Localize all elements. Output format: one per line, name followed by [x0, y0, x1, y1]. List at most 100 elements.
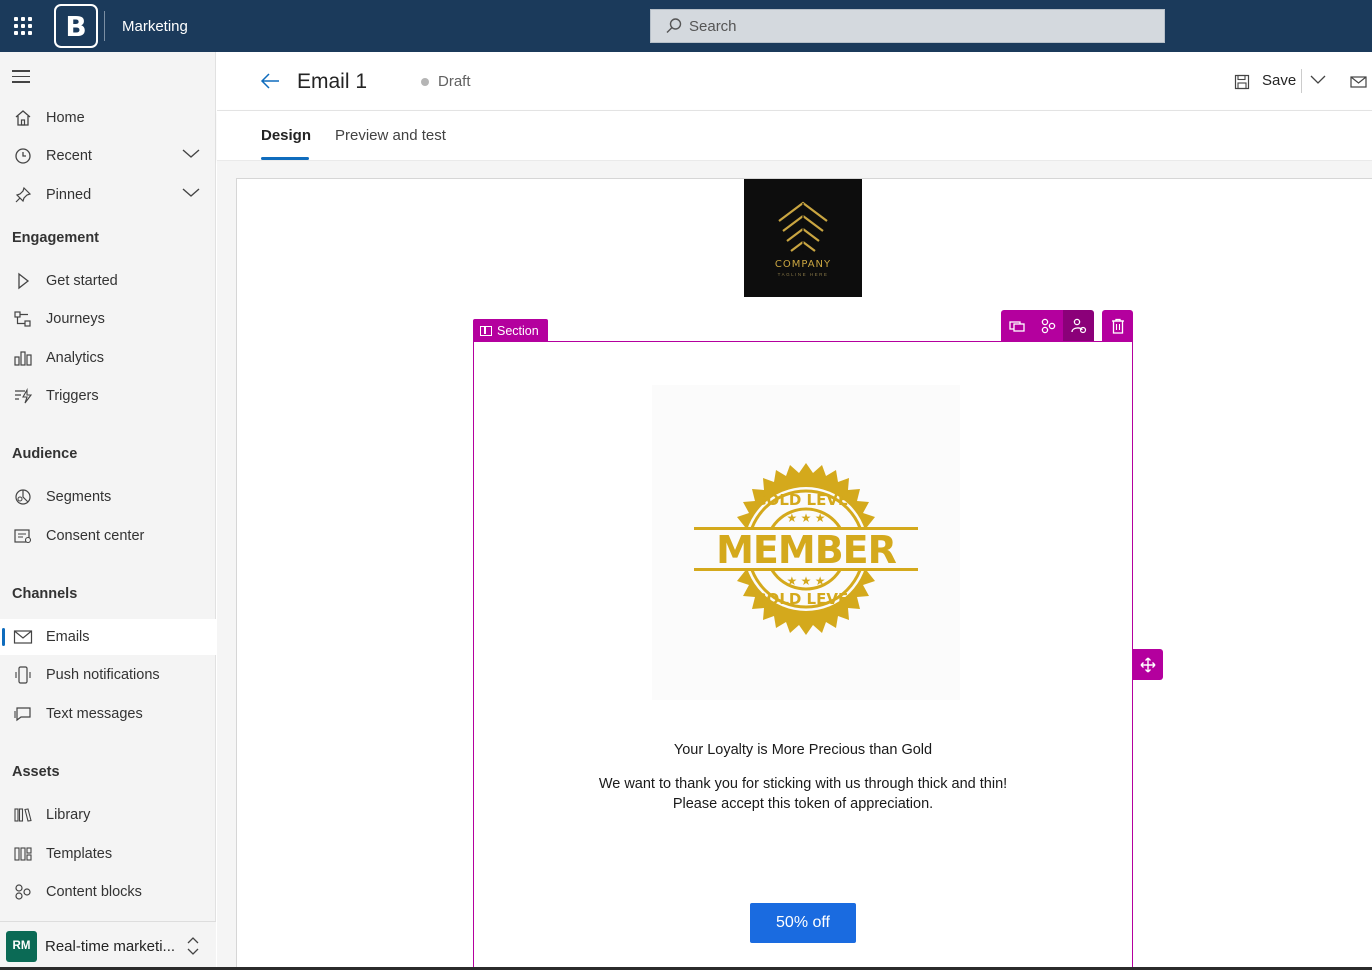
templates-icon: [12, 844, 34, 864]
environment-switcher[interactable]: RM Real-time marketi...: [0, 921, 216, 970]
sidebar-item-label: Segments: [46, 489, 112, 505]
personalize-button[interactable]: [1063, 310, 1094, 342]
save-icon[interactable]: [1234, 74, 1250, 90]
topbar-divider: [104, 11, 105, 41]
sidebar-item-label: Journeys: [46, 311, 105, 327]
gold-member-badge-image[interactable]: MEMBER GOLD LEVEL ★ ★ ★ ★ ★ ★ GOLD LEVEL: [652, 385, 960, 700]
top-bar: B Marketing Search: [0, 0, 1372, 52]
sidebar-item-label: Library: [46, 807, 91, 823]
email-body-text[interactable]: We want to thank you for sticking with u…: [473, 774, 1133, 814]
svg-text:MEMBER: MEMBER: [716, 528, 897, 572]
section-heading-assets: Assets: [12, 764, 60, 780]
sidebar: Home Recent Pinned Engagement Get starte…: [0, 52, 216, 970]
sidebar-item-label: Get started: [46, 273, 118, 289]
back-arrow-icon[interactable]: [259, 72, 281, 90]
sidebar-item-get-started[interactable]: Get started: [0, 263, 216, 299]
page-title: Email 1: [297, 70, 368, 93]
company-tagline: TAGLINE HERE: [777, 272, 829, 277]
content-blocks-icon: [1041, 318, 1055, 334]
status-badge: Draft: [438, 73, 471, 90]
chevron-down-icon[interactable]: [182, 148, 200, 160]
sidebar-item-label: Home: [46, 110, 85, 126]
sidebar-item-pinned[interactable]: Pinned: [0, 177, 216, 213]
record-header: Email 1 Draft Save: [217, 52, 1372, 111]
sidebar-item-library[interactable]: Library: [0, 797, 216, 833]
sidebar-item-label: Triggers: [46, 388, 99, 404]
app-launcher-button[interactable]: [0, 0, 46, 52]
sidebar-item-templates[interactable]: Templates: [0, 836, 216, 872]
move-handle[interactable]: [1132, 649, 1163, 680]
tab-design[interactable]: Design: [261, 127, 311, 144]
sidebar-item-label: Templates: [46, 846, 113, 862]
analytics-icon: [12, 348, 34, 368]
section-heading-audience: Audience: [12, 446, 78, 462]
environment-avatar: RM: [6, 930, 37, 962]
brand-logo-letter: B: [65, 9, 87, 43]
brand-logo[interactable]: B: [54, 4, 98, 48]
clock-icon: [12, 146, 34, 166]
sidebar-item-label: Consent center: [46, 528, 145, 544]
delete-section-button[interactable]: [1102, 310, 1133, 342]
triggers-icon: [12, 386, 34, 406]
sidebar-item-journeys[interactable]: Journeys: [0, 301, 216, 337]
search-input[interactable]: Search: [650, 9, 1165, 43]
sidebar-item-push-notifications[interactable]: Push notifications: [0, 657, 216, 693]
gold-seal-icon: MEMBER GOLD LEVEL ★ ★ ★ ★ ★ ★ GOLD LEVEL: [652, 385, 960, 700]
email-body-line: Please accept this token of appreciation…: [672, 796, 934, 812]
section-icon: [480, 325, 492, 336]
sidebar-item-analytics[interactable]: Analytics: [0, 340, 216, 376]
home-icon: [12, 108, 34, 128]
svg-text:★ ★ ★: ★ ★ ★: [787, 574, 826, 588]
content-blocks-icon: [12, 882, 34, 902]
chat-icon: [12, 704, 34, 724]
section-label-text: Section: [497, 323, 539, 338]
sidebar-item-triggers[interactable]: Triggers: [0, 378, 216, 414]
chevron-up-down-icon: [187, 937, 199, 955]
active-tab-indicator: [261, 157, 309, 160]
search-icon: [666, 18, 682, 34]
search-placeholder: Search: [689, 17, 737, 35]
segments-icon: [12, 487, 34, 507]
tab-preview-and-test[interactable]: Preview and test: [335, 127, 446, 144]
company-name: COMPANY: [774, 259, 832, 270]
sidebar-item-segments[interactable]: Segments: [0, 479, 216, 515]
sidebar-item-label: Content blocks: [46, 884, 142, 900]
email-body-line: We want to thank you for sticking with u…: [598, 776, 1008, 792]
sidebar-item-label: Recent: [46, 148, 92, 164]
library-icon: [12, 805, 34, 825]
waffle-icon: [14, 17, 32, 35]
sidebar-item-recent[interactable]: Recent: [0, 138, 216, 174]
sidebar-item-label: Analytics: [46, 350, 105, 366]
sidebar-item-content-blocks[interactable]: Content blocks: [0, 874, 216, 910]
phone-icon: [12, 665, 34, 685]
sidebar-item-consent-center[interactable]: Consent center: [0, 518, 216, 554]
send-mail-icon[interactable]: [1350, 75, 1368, 89]
chevron-down-icon[interactable]: [1310, 74, 1326, 86]
people-settings-icon: [1070, 318, 1086, 334]
section-label[interactable]: Section: [473, 319, 548, 342]
company-logo-image[interactable]: COMPANY TAGLINE HERE: [744, 179, 862, 297]
save-as-block-button[interactable]: [1001, 310, 1032, 342]
chevron-down-icon[interactable]: [182, 187, 200, 199]
environment-name: Real-time marketi...: [45, 937, 176, 955]
cta-button[interactable]: 50% off: [750, 903, 856, 943]
email-headline[interactable]: Your Loyalty is More Precious than Gold: [473, 742, 1133, 758]
pin-icon: [12, 185, 34, 205]
hamburger-icon[interactable]: [12, 70, 30, 87]
sidebar-item-home[interactable]: Home: [0, 100, 216, 136]
section-toolbar: [1001, 310, 1133, 342]
content-block-button[interactable]: [1032, 310, 1063, 342]
app-title[interactable]: Marketing: [122, 18, 188, 35]
sidebar-item-text-messages[interactable]: Text messages: [0, 696, 216, 732]
svg-text:GOLD LEVEL: GOLD LEVEL: [754, 590, 858, 608]
sidebar-item-emails[interactable]: Emails: [0, 619, 216, 655]
block-icon: [1008, 321, 1025, 332]
section-heading-engagement: Engagement: [12, 230, 100, 246]
mail-icon: [12, 627, 34, 647]
save-button[interactable]: Save: [1262, 72, 1296, 89]
status-dot: [421, 78, 429, 86]
tab-bar: Design Preview and test: [217, 111, 1372, 161]
sidebar-item-label: Push notifications: [46, 667, 160, 683]
chevron-logo-icon: [778, 201, 828, 252]
play-icon: [12, 271, 34, 291]
